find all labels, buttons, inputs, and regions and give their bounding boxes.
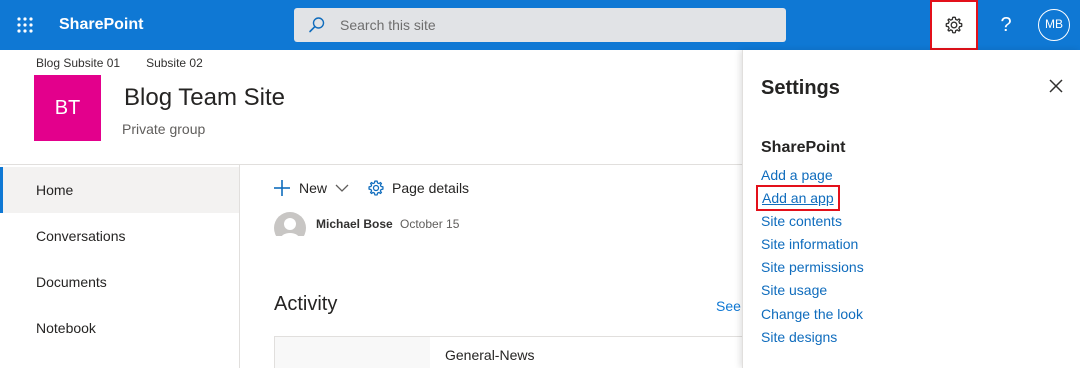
activity-heading: Activity bbox=[274, 293, 338, 315]
nav-item-documents[interactable]: Documents bbox=[0, 259, 239, 305]
settings-link-change-the-look[interactable]: Change the look bbox=[761, 306, 863, 322]
page-details-label: Page details bbox=[392, 180, 470, 196]
new-button[interactable]: New bbox=[273, 176, 349, 200]
site-logo[interactable]: BT bbox=[34, 75, 101, 141]
subsite-nav: Blog Subsite 01 Subsite 02 bbox=[36, 56, 229, 70]
settings-link-site-usage[interactable]: Site usage bbox=[761, 282, 827, 298]
chevron-down-icon bbox=[335, 184, 349, 192]
news-card[interactable]: General-News bbox=[274, 336, 744, 368]
person-icon bbox=[274, 212, 306, 236]
author-avatar bbox=[274, 212, 306, 236]
subsite-link-blog-subsite-01[interactable]: Blog Subsite 01 bbox=[36, 56, 120, 70]
settings-link-add-a-page[interactable]: Add a page bbox=[761, 167, 833, 183]
settings-section-sharepoint: SharePoint bbox=[761, 139, 846, 156]
nav-item-conversations[interactable]: Conversations bbox=[0, 213, 239, 259]
see-all-link[interactable]: See bbox=[716, 298, 741, 314]
author-name[interactable]: Michael Bose bbox=[316, 217, 393, 231]
settings-panel: Settings SharePoint Add a page Add an ap… bbox=[742, 50, 1080, 368]
post-date: October 15 bbox=[400, 217, 460, 231]
page-details-button[interactable]: Page details bbox=[367, 176, 469, 200]
nav-item-notebook[interactable]: Notebook bbox=[0, 305, 239, 351]
site-title[interactable]: Blog Team Site bbox=[124, 84, 285, 112]
close-icon bbox=[1049, 79, 1063, 93]
settings-link-site-designs[interactable]: Site designs bbox=[761, 329, 837, 345]
settings-link-site-information[interactable]: Site information bbox=[761, 236, 858, 252]
settings-link-site-permissions[interactable]: Site permissions bbox=[761, 259, 864, 275]
nav-item-home[interactable]: Home bbox=[0, 167, 239, 213]
suite-bar: SharePoint ? MB bbox=[0, 0, 1080, 50]
search-icon bbox=[309, 17, 325, 33]
settings-panel-title: Settings bbox=[761, 77, 840, 99]
help-button[interactable]: ? bbox=[982, 0, 1030, 50]
news-card-thumbnail bbox=[275, 337, 430, 368]
app-launcher-icon bbox=[17, 17, 33, 33]
search-box[interactable] bbox=[294, 8, 786, 42]
gear-icon bbox=[368, 180, 384, 196]
close-button[interactable] bbox=[1045, 75, 1067, 97]
gear-icon bbox=[945, 16, 963, 34]
search-input[interactable] bbox=[340, 8, 770, 42]
news-card-title[interactable]: General-News bbox=[445, 347, 534, 363]
brand-name[interactable]: SharePoint bbox=[59, 0, 143, 50]
left-navigation: Home Conversations Documents Notebook bbox=[0, 165, 240, 368]
site-subtitle: Private group bbox=[122, 121, 206, 137]
subsite-link-subsite-02[interactable]: Subsite 02 bbox=[146, 56, 203, 70]
settings-button[interactable] bbox=[930, 0, 978, 50]
new-button-label: New bbox=[299, 180, 328, 196]
user-avatar[interactable]: MB bbox=[1038, 9, 1070, 41]
settings-link-site-contents[interactable]: Site contents bbox=[761, 213, 842, 229]
plus-icon bbox=[274, 180, 290, 196]
settings-link-add-an-app[interactable]: Add an app bbox=[756, 185, 840, 211]
app-launcher-button[interactable] bbox=[0, 0, 50, 50]
